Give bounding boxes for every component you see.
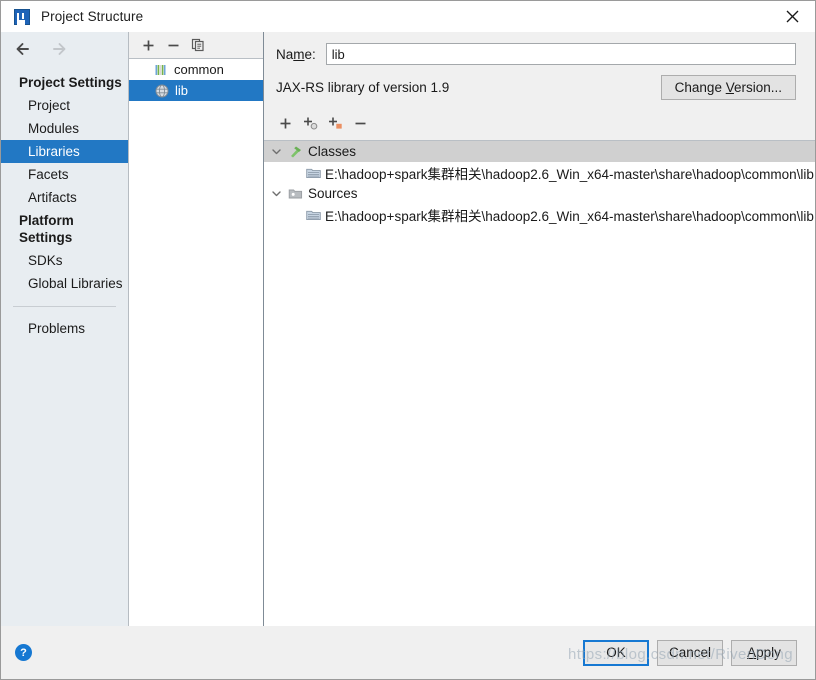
settings-sidebar: Project Settings Project Modules Librari…	[1, 32, 129, 626]
version-row: JAX-RS library of version 1.9 Change Ver…	[264, 65, 815, 100]
copy-icon	[191, 38, 204, 52]
sidebar-group-platform-settings: Platform Settings	[19, 213, 74, 245]
minus-icon	[168, 44, 178, 46]
dialog-body: Project Settings Project Modules Librari…	[1, 32, 815, 626]
classes-hammer-icon	[291, 146, 301, 158]
ok-button[interactable]: OK	[583, 639, 649, 666]
add-classes-icon	[303, 117, 317, 130]
sidebar-item-libraries[interactable]: Libraries	[1, 140, 128, 163]
change-version-button[interactable]: Change Version...	[660, 75, 796, 100]
project-structure-dialog: Project Structure Project Settings Proje…	[0, 0, 816, 680]
remove-library-button[interactable]	[162, 35, 184, 56]
jar-folder-icon	[306, 168, 321, 178]
library-version-text: JAX-RS library of version 1.9	[276, 80, 450, 95]
sidebar-item-modules[interactable]: Modules	[1, 117, 128, 140]
tree-node-classes[interactable]: Classes	[264, 141, 815, 162]
jar-folder-icon	[306, 210, 321, 220]
tree-node-label: Sources	[308, 186, 358, 201]
list-item-label: lib	[175, 83, 189, 98]
globe-icon	[155, 84, 169, 97]
tree-leaf-sources-path[interactable]: E:\hadoop+spark集群相关\hadoop2.6_Win_x64-ma…	[264, 204, 815, 225]
tree-node-sources[interactable]: Sources	[264, 183, 815, 204]
library-toolbar	[129, 32, 263, 58]
add-library-button[interactable]	[137, 35, 159, 56]
intellij-idea-icon	[14, 8, 30, 25]
sidebar-group-project-settings: Project Settings	[19, 75, 122, 90]
footer-buttons: OK Cancel Apply	[583, 639, 797, 666]
tree-leaf-classes-path[interactable]: E:\hadoop+spark集群相关\hadoop2.6_Win_x64-ma…	[264, 162, 815, 183]
help-icon[interactable]: ?	[15, 644, 32, 661]
list-item-label: common	[174, 62, 224, 77]
name-input[interactable]	[325, 43, 796, 65]
library-detail-panel: Name: JAX-RS library of version 1.9 Chan…	[264, 32, 815, 626]
sidebar-item-sdks[interactable]: SDKs	[1, 249, 128, 272]
attach-sources-button[interactable]	[324, 113, 346, 134]
module-icon	[155, 64, 166, 75]
add-sources-icon	[328, 117, 342, 129]
chevron-down-icon[interactable]	[270, 145, 283, 158]
sidebar-list: Project Settings Project Modules Librari…	[1, 62, 128, 340]
chevron-down-icon[interactable]	[270, 187, 283, 200]
copy-library-button[interactable]	[187, 35, 209, 56]
plus-icon	[143, 40, 153, 50]
cancel-button[interactable]: Cancel	[657, 639, 723, 666]
tree-node-label: Classes	[308, 144, 357, 159]
sidebar-item-global-libraries[interactable]: Global Libraries	[1, 272, 128, 295]
sidebar-divider	[13, 306, 116, 307]
list-item[interactable]: common	[129, 59, 263, 80]
title-bar: Project Structure	[1, 1, 815, 32]
tree-leaf-label: E:\hadoop+spark集群相关\hadoop2.6_Win_x64-ma…	[325, 208, 814, 224]
arrow-left-icon[interactable]	[15, 42, 31, 56]
arrow-right-icon	[53, 43, 66, 55]
name-label: Name:	[276, 46, 316, 62]
sidebar-item-project[interactable]: Project	[1, 94, 128, 117]
apply-button[interactable]: Apply	[731, 639, 797, 666]
sidebar-item-artifacts[interactable]: Artifacts	[1, 186, 128, 209]
name-row: Name:	[264, 32, 815, 65]
roots-toolbar	[264, 100, 815, 136]
dialog-footer: ? OK Cancel Apply https://blog.csdn.net/…	[1, 626, 815, 679]
add-root-button[interactable]	[274, 113, 296, 134]
library-list-panel: common lib	[129, 32, 264, 626]
attach-classes-button[interactable]	[299, 113, 321, 134]
list-item[interactable]: lib	[129, 80, 263, 101]
tree-leaf-label: E:\hadoop+spark集群相关\hadoop2.6_Win_x64-ma…	[325, 166, 814, 182]
library-list[interactable]: common lib	[129, 58, 263, 626]
sources-folder-icon	[288, 189, 303, 198]
library-roots-tree[interactable]: Classes E:\hadoop+spark集群相关\hadoop2.6_Wi…	[264, 140, 815, 626]
close-icon	[786, 10, 798, 22]
sidebar-item-facets[interactable]: Facets	[1, 163, 128, 186]
close-button[interactable]	[769, 1, 815, 31]
sidebar-item-problems[interactable]: Problems	[1, 317, 128, 340]
navigation-arrows	[1, 32, 128, 62]
add-icon	[280, 118, 290, 128]
remove-icon	[355, 122, 365, 124]
remove-root-button[interactable]	[349, 113, 371, 134]
window-title: Project Structure	[41, 9, 144, 24]
